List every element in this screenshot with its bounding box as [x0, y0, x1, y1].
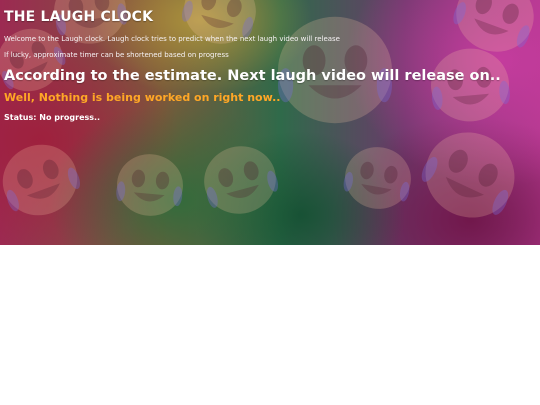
current-work-message: Well, Nothing is being worked on right n…	[4, 91, 281, 104]
laughing-face-icon	[196, 138, 284, 222]
laughing-face-icon	[411, 117, 529, 233]
laughing-face-icon	[340, 141, 416, 215]
status-text: Status: No progress..	[4, 113, 101, 122]
intro-text: Welcome to the Laugh clock. Laugh clock …	[4, 35, 340, 43]
estimate-heading: According to the estimate. Next laugh vi…	[4, 68, 501, 84]
hero-banner: THE LAUGH CLOCK Welcome to the Laugh clo…	[0, 0, 540, 245]
laughing-face-icon	[0, 134, 88, 226]
page-title: THE LAUGH CLOCK	[4, 9, 154, 25]
laughing-face-icon	[114, 151, 186, 219]
progress-note: If lucky, approximate timer can be short…	[4, 51, 229, 59]
laugh-clock-content: THE LAUGH CLOCK Welcome to the Laugh clo…	[4, 8, 534, 123]
